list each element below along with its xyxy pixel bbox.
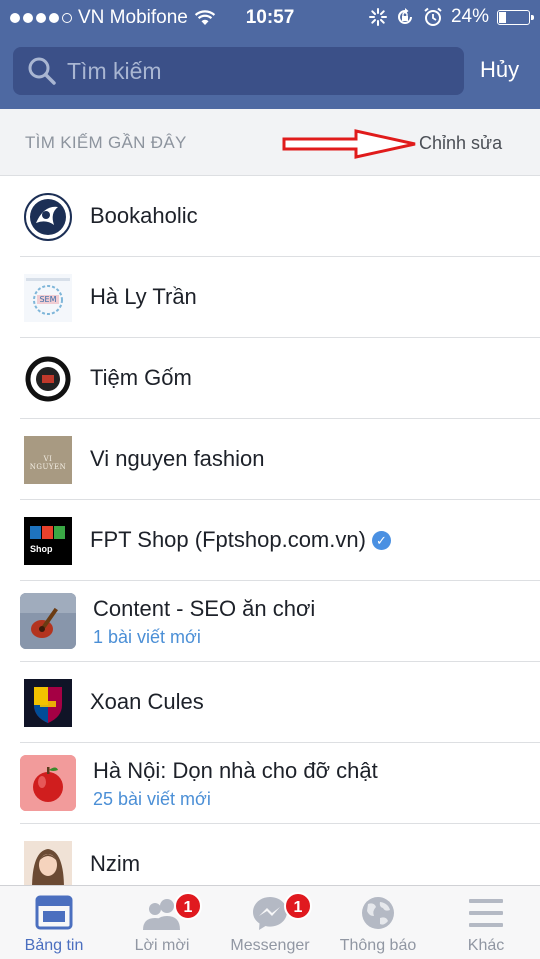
- item-name: Content - SEO ăn chơi: [93, 596, 316, 621]
- messenger-icon: [253, 897, 287, 930]
- recent-searches-header: TÌM KIẾM GẦN ĐÂY Chỉnh sửa: [0, 109, 540, 176]
- item-name: FPT Shop (Fptshop.com.vn) ✓: [90, 527, 391, 553]
- item-name: Tiệm Gốm: [90, 365, 192, 390]
- list-item[interactable]: Content - SEO ăn chơi 1 bài viết mới: [0, 581, 540, 662]
- item-name: Xoan Cules: [90, 689, 204, 714]
- loading-spinner-icon: [368, 8, 387, 26]
- cancel-button[interactable]: Hủy: [480, 57, 519, 83]
- item-name: Nzim: [90, 851, 141, 876]
- item-subtitle: 1 bài viết mới: [93, 627, 201, 647]
- avatar: [24, 841, 72, 889]
- tab-messenger[interactable]: 1 Messenger: [216, 886, 324, 959]
- search-placeholder: Tìm kiếm: [67, 57, 162, 84]
- status-bar: VN Mobifone 10:57 24%: [0, 0, 540, 36]
- tab-notifications[interactable]: Thông báo: [324, 886, 432, 959]
- tab-label: Messenger: [230, 937, 310, 954]
- list-item[interactable]: SEM Hà Ly Trần: [0, 257, 540, 338]
- top-bar: VN Mobifone 10:57 24% Tìm kiếm Hủy: [0, 0, 540, 109]
- notification-badge: 1: [174, 892, 202, 920]
- search-icon: [28, 57, 56, 85]
- item-name: Bookaholic: [90, 203, 198, 228]
- menu-icon: [469, 899, 503, 927]
- group-avatar: [20, 755, 76, 811]
- verified-badge-icon: ✓: [371, 531, 391, 550]
- bottom-tab-bar: Bảng tin 1 Lời mời 1 Messenger Thông báo: [0, 885, 540, 959]
- annotation-arrow-icon: [282, 129, 416, 159]
- list-item[interactable]: Tiệm Gốm: [0, 338, 540, 419]
- rotation-lock-icon: [398, 8, 412, 24]
- item-name: Vi nguyen fashion: [90, 446, 265, 471]
- recent-searches-title: TÌM KIẾM GẦN ĐÂY: [25, 133, 187, 152]
- avatar: VI NGUYEN: [24, 436, 72, 484]
- avatar: [24, 193, 72, 241]
- list-item[interactable]: VI NGUYEN Vi nguyen fashion: [0, 419, 540, 500]
- edit-button[interactable]: Chỉnh sửa: [419, 133, 502, 154]
- tab-label: Lời mời: [134, 937, 190, 954]
- notification-badge: 1: [284, 892, 312, 920]
- tab-more[interactable]: Khác: [432, 886, 540, 959]
- battery-percent: 24%: [450, 6, 489, 27]
- globe-icon: [362, 897, 394, 929]
- avatar: [24, 679, 72, 727]
- tab-label: Thông báo: [339, 937, 417, 954]
- tab-label: Bảng tin: [24, 937, 84, 954]
- search-input[interactable]: Tìm kiếm: [13, 47, 464, 95]
- tab-label: Khác: [467, 937, 505, 954]
- item-subtitle: 25 bài viết mới: [93, 789, 211, 809]
- list-item[interactable]: Xoan Cules: [0, 662, 540, 743]
- news-feed-icon: [35, 895, 73, 930]
- recent-searches-list: Bookaholic SEM Hà Ly Trần Tiệm Gốm VI NG…: [0, 176, 540, 905]
- battery-icon: [497, 9, 534, 25]
- item-name: Hà Nội: Dọn nhà cho đỡ chật: [93, 758, 378, 783]
- tab-friend-requests[interactable]: 1 Lời mời: [108, 886, 216, 959]
- avatar: Shop: [24, 517, 72, 565]
- avatar: [24, 355, 72, 403]
- avatar: SEM: [24, 274, 72, 322]
- alarm-icon: [424, 7, 442, 26]
- item-name: Hà Ly Trần: [90, 284, 197, 309]
- list-item[interactable]: Hà Nội: Dọn nhà cho đỡ chật 25 bài viết …: [0, 743, 540, 824]
- group-avatar: [20, 593, 76, 649]
- list-item[interactable]: Bookaholic: [0, 176, 540, 257]
- svg-text:SEM: SEM: [39, 295, 56, 304]
- tab-news-feed[interactable]: Bảng tin: [0, 886, 108, 959]
- list-item[interactable]: Shop FPT Shop (Fptshop.com.vn) ✓: [0, 500, 540, 581]
